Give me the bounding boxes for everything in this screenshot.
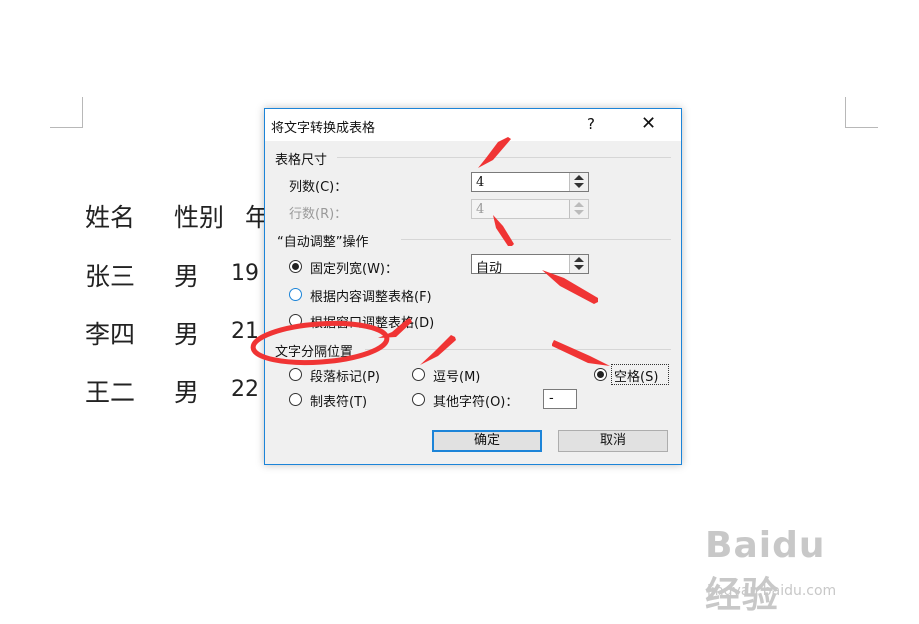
space-label[interactable]: 空格(S) bbox=[614, 366, 658, 385]
spin-up-icon[interactable] bbox=[574, 257, 584, 262]
columns-spinner[interactable]: 4 bbox=[471, 172, 589, 192]
doc-cell-r2c2: 21 bbox=[231, 319, 259, 344]
other-label[interactable]: 其他字符(O)： bbox=[433, 391, 518, 410]
doc-cell-r2c0: 李四 bbox=[85, 320, 136, 349]
fixed-width-spin-buttons[interactable] bbox=[569, 255, 588, 273]
doc-cell-r3c2: 22 bbox=[231, 377, 259, 402]
rows-spin-buttons bbox=[569, 200, 588, 218]
radio-fixed-width[interactable] bbox=[289, 260, 302, 273]
rows-spinner: 4 bbox=[471, 199, 589, 219]
radio-fit-content[interactable] bbox=[289, 288, 302, 301]
dialog-title: 将文字转换成表格 bbox=[271, 121, 376, 136]
dialog-titlebar[interactable]: 将文字转换成表格 ? ✕ bbox=[265, 109, 681, 141]
ok-button[interactable]: 确定 bbox=[432, 430, 542, 452]
radio-space[interactable] bbox=[594, 368, 607, 381]
doc-cell-r3c0: 王二 bbox=[85, 378, 136, 407]
spin-down-icon bbox=[574, 210, 584, 215]
autofit-divider bbox=[401, 239, 671, 240]
radio-other[interactable] bbox=[412, 393, 425, 406]
close-button[interactable]: ✕ bbox=[641, 113, 656, 134]
paragraph-label[interactable]: 段落标记(P) bbox=[310, 366, 380, 385]
baidu-url: jingyan.baidu.com bbox=[707, 583, 837, 599]
other-char-value[interactable]: - bbox=[549, 391, 554, 406]
radio-tab[interactable] bbox=[289, 393, 302, 406]
columns-spin-buttons[interactable] bbox=[569, 173, 588, 191]
tab-label[interactable]: 制表符(T) bbox=[310, 391, 367, 410]
spin-up-icon[interactable] bbox=[574, 175, 584, 180]
fixed-width-value[interactable]: 自动 bbox=[476, 257, 502, 276]
radio-paragraph[interactable] bbox=[289, 368, 302, 381]
fixed-width-label[interactable]: 固定列宽(W)： bbox=[310, 258, 398, 277]
separator-divider bbox=[365, 349, 671, 350]
fixed-width-spinner[interactable]: 自动 bbox=[471, 254, 589, 276]
rows-value: 4 bbox=[476, 202, 485, 217]
autofit-heading: “自动调整”操作 bbox=[277, 235, 369, 250]
separator-heading: 文字分隔位置 bbox=[275, 345, 354, 360]
columns-label: 列数(C)： bbox=[289, 180, 348, 195]
columns-value[interactable]: 4 bbox=[476, 175, 484, 190]
crop-mark-top-left bbox=[50, 97, 83, 128]
doc-cell-r0c1: 性别 bbox=[174, 203, 225, 232]
doc-cell-r1c2: 19 bbox=[231, 261, 259, 286]
radio-fit-window[interactable] bbox=[289, 314, 302, 327]
rows-label: 行数(R)： bbox=[289, 207, 348, 222]
baidu-logo: Baidu经验 bbox=[705, 525, 826, 616]
convert-text-to-table-dialog: 将文字转换成表格 ? ✕ 表格尺寸 列数(C)： 4 行数(R)： 4 “自动调… bbox=[264, 108, 682, 465]
comma-label[interactable]: 逗号(M) bbox=[433, 366, 480, 385]
fit-content-label[interactable]: 根据内容调整表格(F) bbox=[310, 286, 432, 305]
other-char-input[interactable]: - bbox=[543, 389, 577, 409]
spin-up-icon bbox=[574, 202, 584, 207]
doc-cell-r3c1: 男 bbox=[174, 378, 200, 407]
doc-cell-r2c1: 男 bbox=[174, 320, 200, 349]
cancel-button[interactable]: 取消 bbox=[558, 430, 668, 452]
doc-cell-r1c1: 男 bbox=[174, 262, 200, 291]
fit-window-label[interactable]: 根据窗口调整表格(D) bbox=[310, 312, 434, 331]
help-button[interactable]: ? bbox=[587, 115, 595, 133]
doc-cell-r0c0: 姓名 bbox=[85, 203, 136, 232]
spin-down-icon[interactable] bbox=[574, 183, 584, 188]
doc-cell-r1c0: 张三 bbox=[85, 262, 136, 291]
spin-down-icon[interactable] bbox=[574, 265, 584, 270]
crop-mark-top-right bbox=[845, 97, 878, 128]
radio-comma[interactable] bbox=[412, 368, 425, 381]
table-size-heading: 表格尺寸 bbox=[275, 153, 328, 168]
table-size-divider bbox=[337, 157, 671, 158]
